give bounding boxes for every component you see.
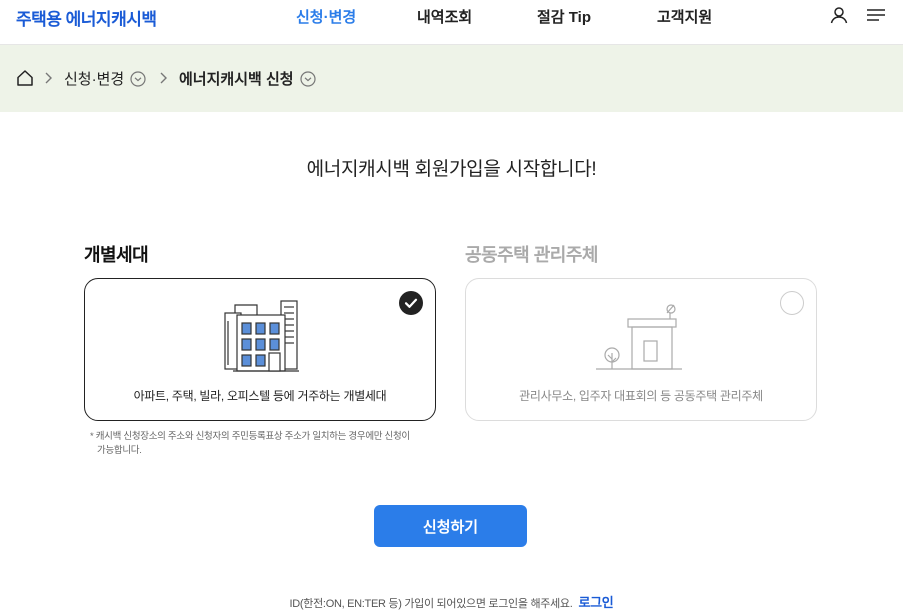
menu-icon[interactable] <box>866 5 886 25</box>
eligibility-note: * 캐시백 신청장소의 주소와 신청자의 주민등록표상 주소가 일치하는 경우에… <box>90 430 430 458</box>
home-icon[interactable] <box>16 69 34 87</box>
page-title: 에너지캐시백 회원가입을 시작합니다! <box>306 159 597 180</box>
management-office-icon <box>466 293 816 373</box>
breadcrumb-item-apply[interactable]: 신청·변경 <box>64 45 146 112</box>
site-header: 주택용 에너지캐시백 신청·변경 내역조회 절감 Tip 고객지원 <box>0 0 903 45</box>
site-logo[interactable]: 주택용 에너지캐시백 <box>16 5 157 30</box>
nav-item-support[interactable]: 고객지원 <box>657 6 712 27</box>
apartment-building-icon <box>85 293 435 373</box>
breadcrumb-label: 에너지캐시백 신청 <box>179 71 294 88</box>
note-line: * 캐시백 신청장소의 주소와 신청자의 주민등록표상 주소가 일치하는 경우에… <box>90 431 410 442</box>
option-caption-individual: 아파트, 주택, 빌라, 오피스텔 등에 거주하는 개별세대 <box>133 389 387 403</box>
user-icon[interactable] <box>829 5 849 25</box>
chevron-down-circle-icon[interactable] <box>130 70 146 87</box>
nav-item-tips[interactable]: 절감 Tip <box>537 6 591 27</box>
login-prompt-text: ID(한전:ON, EN:TER 등) 가입이 되어있으면 로그인을 해주세요. <box>289 598 573 610</box>
option-title-management: 공동주택 관리주체 <box>465 245 598 265</box>
chevron-right-icon <box>158 69 170 87</box>
submit-button[interactable]: 신청하기 <box>374 505 527 547</box>
chevron-right-icon <box>43 69 55 87</box>
nav-item-history[interactable]: 내역조회 <box>417 6 472 27</box>
login-link[interactable]: 로그인 <box>578 595 613 610</box>
chevron-down-circle-icon[interactable] <box>299 70 316 87</box>
breadcrumb-item-current[interactable]: 에너지캐시백 신청 <box>179 45 316 112</box>
note-line: 가능합니다. <box>97 444 142 456</box>
option-title-individual: 개별세대 <box>84 245 149 265</box>
login-prompt: ID(한전:ON, EN:TER 등) 가입이 되어있으면 로그인을 해주세요.… <box>0 592 903 611</box>
option-card-management[interactable]: 관리사무소, 입주자 대표회의 등 공동주택 관리주체 <box>465 278 817 421</box>
option-caption-management: 관리사무소, 입주자 대표회의 등 공동주택 관리주체 <box>519 389 763 403</box>
breadcrumb-label: 신청·변경 <box>64 71 125 88</box>
breadcrumb: 신청·변경 에너지캐시백 신청 <box>0 45 903 112</box>
option-card-individual[interactable]: 아파트, 주택, 빌라, 오피스텔 등에 거주하는 개별세대 <box>84 278 436 421</box>
nav-item-apply[interactable]: 신청·변경 <box>296 6 356 27</box>
